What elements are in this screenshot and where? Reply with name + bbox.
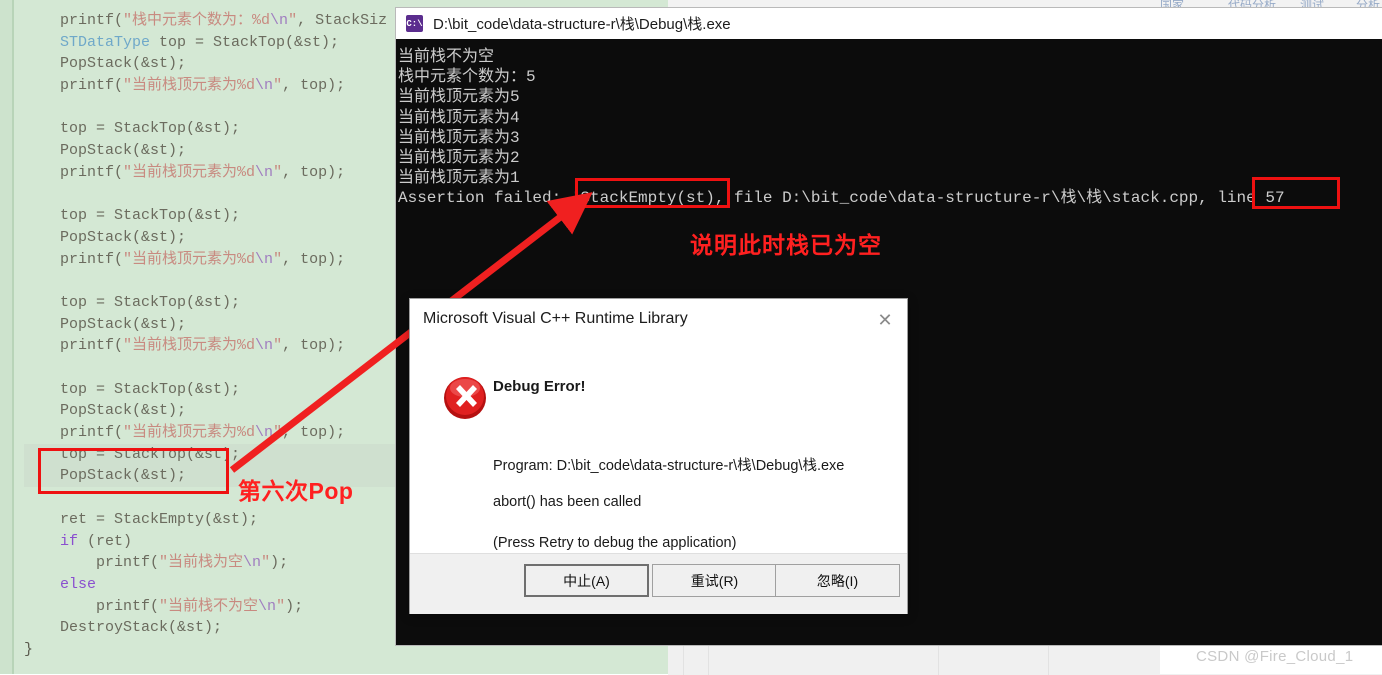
code-token: "当前栈顶元素为%d <box>123 424 256 442</box>
code-token: PopStack(&st); <box>60 228 187 246</box>
code-token: \n <box>255 250 274 268</box>
dialog-title-bar[interactable]: Microsoft Visual C++ Runtime Library ✕ <box>410 299 907 341</box>
panel-divider <box>1048 646 1049 675</box>
console-output-line: 当前栈不为空 <box>398 48 495 66</box>
code-token: printf( <box>60 77 124 95</box>
code-token: PopStack(&st); <box>60 142 187 160</box>
dialog-heading: Debug Error! <box>493 378 586 395</box>
code-token: \n <box>255 163 274 181</box>
code-token: " <box>273 250 283 268</box>
code-token: " <box>273 337 283 355</box>
console-output-line: 当前栈顶元素为2 <box>398 148 520 167</box>
code-token: \n <box>243 554 262 572</box>
abort-button[interactable]: 中止(A) <box>524 564 649 597</box>
code-token: "当前栈不为空 <box>159 597 259 615</box>
code-token: "当前栈顶元素为%d <box>123 250 256 268</box>
code-token: \n <box>255 337 274 355</box>
annotation-stack-empty: 说明此时栈已为空 <box>690 232 882 258</box>
code-token: " <box>261 554 271 572</box>
code-token: , StackSiz <box>297 12 388 29</box>
panel-divider <box>938 646 939 675</box>
close-icon[interactable]: ✕ <box>871 308 899 332</box>
code-token: "当前栈顶元素为%d <box>123 163 256 181</box>
code-token: "当前栈顶元素为%d <box>123 77 256 95</box>
code-token: } <box>24 640 34 658</box>
retry-button[interactable]: 重试(R) <box>652 564 777 597</box>
code-token: top = StackTop(&st); <box>60 293 241 311</box>
ignore-button[interactable]: 忽略(I) <box>775 564 900 597</box>
code-token: printf( <box>60 337 124 355</box>
dialog-content: Debug Error! Program: D:\bit_code\data-s… <box>410 341 907 553</box>
code-token: , top); <box>282 163 346 181</box>
dialog-abort-message: abort() has been called <box>493 494 642 510</box>
console-output-line: 当前栈顶元素为4 <box>398 108 520 127</box>
code-token: PopStack(&st); <box>60 402 187 420</box>
code-token: printf( <box>60 12 124 29</box>
code-token: " <box>273 77 283 95</box>
csdn-watermark: CSDN @Fire_Cloud_1 <box>1196 648 1354 665</box>
code-token: printf( <box>60 250 124 268</box>
code-token: , top); <box>282 424 346 442</box>
editor-gutter <box>0 0 12 674</box>
console-output-line: Assertion failed: !StackEmpty(st), file … <box>398 189 1285 208</box>
console-output-line: 当前栈顶元素为5 <box>398 88 520 107</box>
console-output-line: 栈中元素个数为：5 <box>398 68 536 87</box>
code-token: " <box>273 424 283 442</box>
code-token: (ret) <box>78 532 133 550</box>
code-token: top = StackTop(&st); <box>60 207 241 225</box>
code-token: printf( <box>60 424 124 442</box>
editor-change-indicator-bar <box>12 0 14 674</box>
code-token: " <box>276 597 286 615</box>
code-token: " <box>273 163 283 181</box>
console-title-text: D:\bit_code\data-structure-r\栈\Debug\栈.e… <box>433 16 731 33</box>
code-token: printf( <box>96 597 160 615</box>
dialog-title-text: Microsoft Visual C++ Runtime Library <box>423 310 688 327</box>
code-token: DestroyStack(&st); <box>60 619 223 637</box>
dialog-retry-hint: (Press Retry to debug the application) <box>493 535 737 551</box>
console-app-icon: C:\ <box>406 15 423 32</box>
code-token: if <box>60 532 79 550</box>
panel-divider <box>708 646 709 675</box>
code-token: , top); <box>282 77 346 95</box>
code-token: "当前栈顶元素为%d <box>123 337 256 355</box>
dialog-button-bar: 中止(A) 重试(R) 忽略(I) <box>410 553 907 614</box>
code-token: else <box>60 575 97 593</box>
annotation-sixth-pop: 第六次Pop <box>238 478 354 504</box>
code-token: \n <box>255 77 274 95</box>
console-title-bar[interactable]: C:\ D:\bit_code\data-structure-r\栈\Debug… <box>396 8 1382 39</box>
code-token: top = StackTop(&st); <box>60 380 241 398</box>
code-token: "栈中元素个数为：%d <box>123 12 271 29</box>
highlight-box-line-number <box>1252 177 1340 209</box>
console-output-line: 当前栈顶元素为1 <box>398 169 520 188</box>
code-token: , top); <box>282 250 346 268</box>
code-token: printf( <box>96 554 160 572</box>
code-token: printf( <box>60 163 124 181</box>
code-token: top = StackTop(&st); <box>60 120 241 138</box>
console-output-line: 当前栈顶元素为3 <box>398 128 520 147</box>
highlight-box-assert-expression <box>575 178 730 208</box>
code-token: ); <box>285 597 304 615</box>
code-token: \n <box>270 12 289 29</box>
dialog-program-path: Program: D:\bit_code\data-structure-r\栈\… <box>493 458 845 474</box>
code-token: "当前栈为空 <box>159 554 244 572</box>
code-token: \n <box>255 424 274 442</box>
code-token: ); <box>270 554 289 572</box>
code-token: " <box>288 12 298 29</box>
panel-divider <box>683 646 684 675</box>
code-token: PopStack(&st); <box>60 315 187 333</box>
code-token: , top); <box>282 337 346 355</box>
highlight-box-sixth-pop <box>38 448 229 494</box>
code-token: top = StackTop(&st); <box>150 33 340 51</box>
runtime-error-dialog[interactable]: Microsoft Visual C++ Runtime Library ✕ D… <box>410 299 907 614</box>
code-token: ret = StackEmpty(&st); <box>60 510 259 528</box>
code-token: PopStack(&st); <box>60 55 187 73</box>
error-icon <box>444 377 486 419</box>
code-token: STDataType <box>60 33 151 51</box>
code-token: \n <box>258 597 277 615</box>
